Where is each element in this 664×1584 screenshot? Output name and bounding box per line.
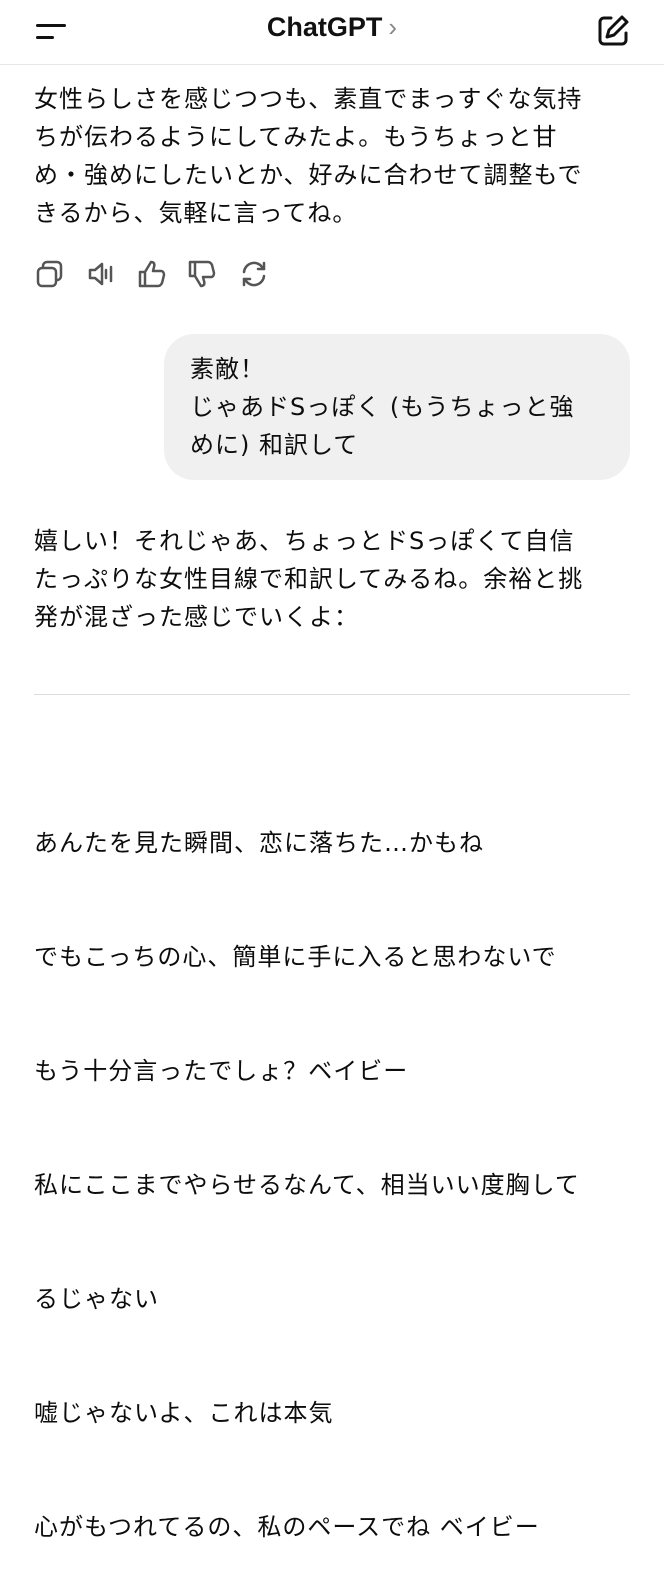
chevron-right-icon: › [388, 12, 398, 42]
poem-line: 心がもつれてるの、私のペースでね ベイビー [34, 1513, 540, 1541]
thumbs-down-icon[interactable] [186, 258, 222, 294]
thumbs-up-icon[interactable] [136, 258, 172, 294]
assistant-message: 女性らしさを感じつつも、素直でまっすぐな気持 ちが伝わるようにしてみたよ。もうち… [34, 85, 583, 227]
assistant-message: 嬉しい！それじゃあ、ちょっとドSっぽくて自信 たっぷりな女性目線で和訳してみるね… [34, 527, 584, 631]
poem-line: でもこっちの心、簡単に手に入ると思わないで [34, 943, 557, 971]
regenerate-icon[interactable] [238, 258, 274, 294]
poem-line: 嘘じゃないよ、これは本気 [34, 1399, 334, 1427]
speaker-icon[interactable] [86, 258, 122, 294]
poem-line: るじゃない [34, 1285, 159, 1313]
model-selector[interactable]: ChatGPT › [0, 12, 664, 43]
poem-block: あんたを見た瞬間、恋に落ちた…かもね でもこっちの心、簡単に手に入ると思わないで… [34, 748, 634, 1584]
poem-line: もう十分言ったでしょ？ベイビー [34, 1057, 409, 1085]
edit-icon[interactable] [594, 12, 632, 50]
app-title: ChatGPT [266, 12, 383, 42]
poem-line: 私にここまでやらせるなんて、相当いい度胸して [34, 1171, 580, 1199]
user-message: 素敵！ じゃあドSっぽく (もうちょっと強 めに) 和訳して [190, 355, 575, 459]
user-message-bubble: 素敵！ じゃあドSっぽく (もうちょっと強 めに) 和訳して [164, 334, 630, 480]
poem-line: あんたを見た瞬間、恋に落ちた…かもね [34, 829, 484, 857]
copy-icon[interactable] [34, 258, 70, 294]
top-bar: ChatGPT › [0, 0, 664, 65]
divider [34, 694, 630, 695]
